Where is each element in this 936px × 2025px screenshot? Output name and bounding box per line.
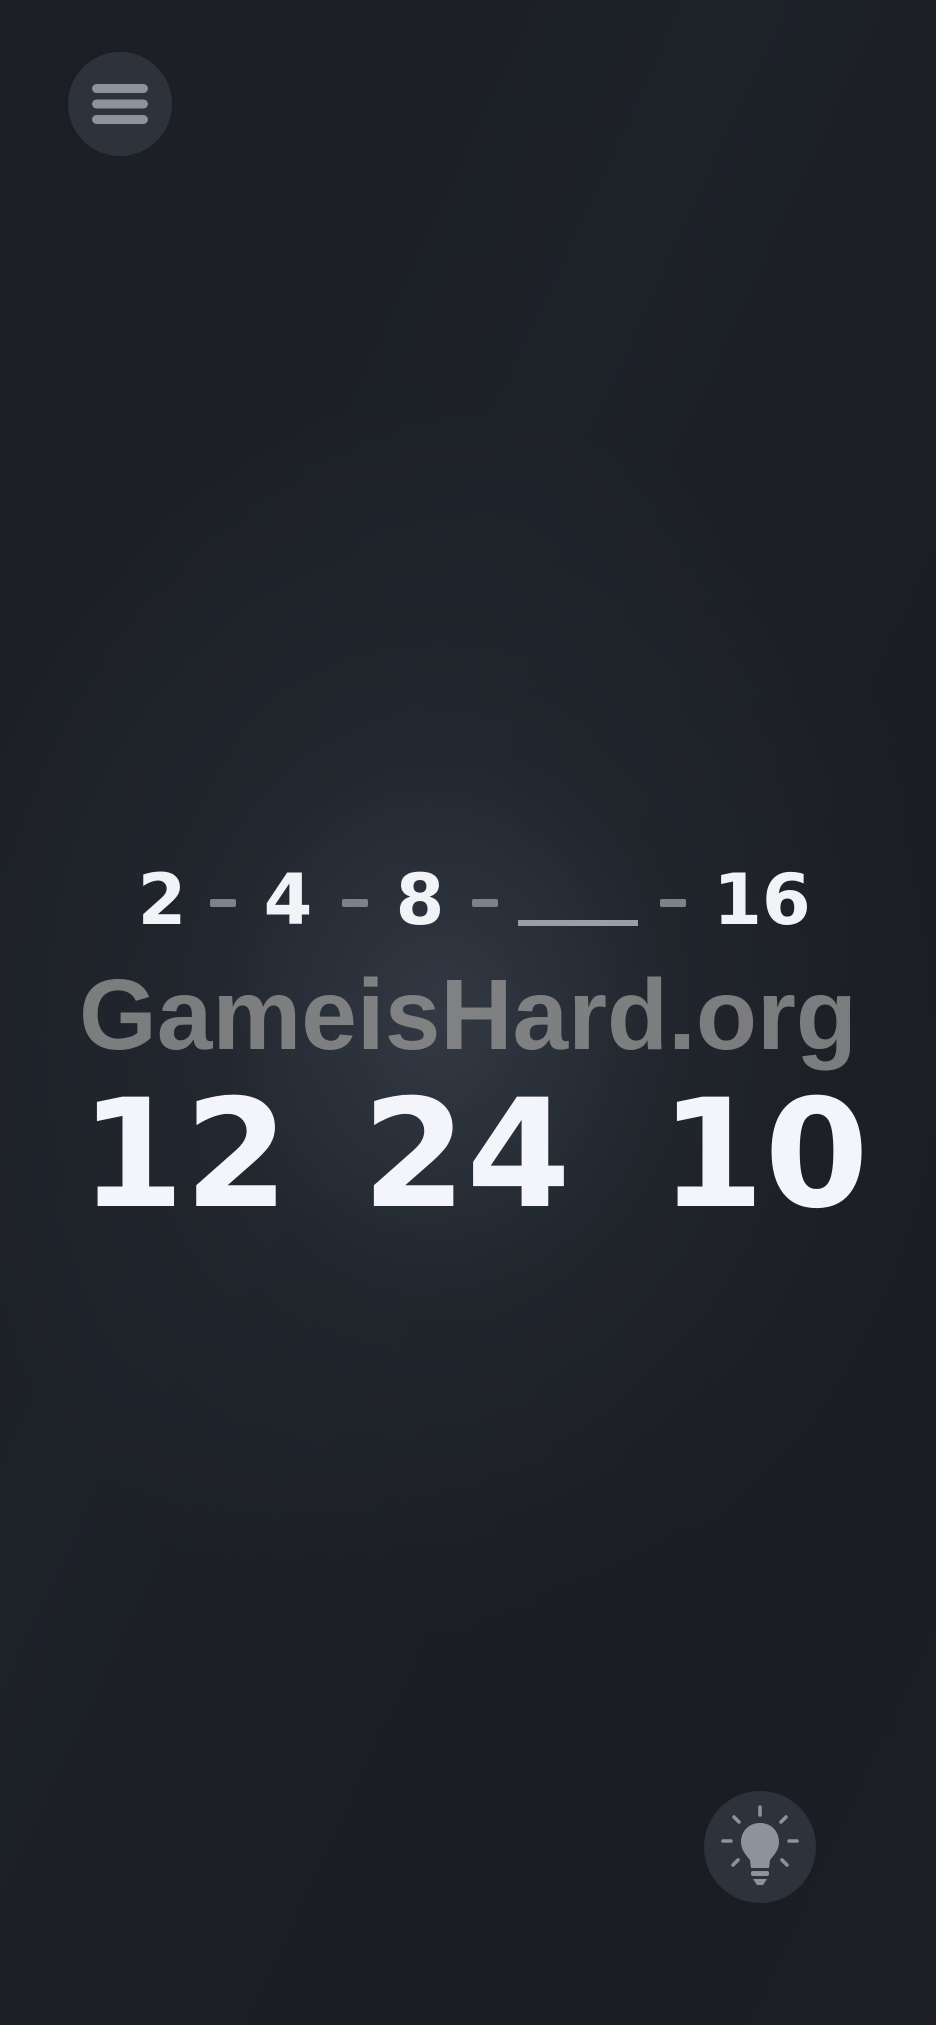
answer-option[interactable]: 24 — [362, 1075, 571, 1235]
answer-option[interactable]: 10 — [660, 1075, 869, 1235]
sequence-dash — [472, 899, 498, 907]
sequence-number: 4 — [263, 859, 313, 941]
sequence-number: 2 — [137, 859, 187, 941]
hint-button[interactable] — [704, 1791, 816, 1903]
sequence-dash — [660, 899, 686, 907]
lightbulb-icon — [721, 1805, 799, 1885]
answer-blank — [518, 920, 638, 926]
sequence-dash — [210, 899, 236, 907]
hamburger-menu-icon — [92, 84, 148, 124]
sequence-dash — [342, 899, 368, 907]
number-sequence: 2 4 8 16 — [0, 860, 936, 940]
watermark: GameisHard.org — [78, 959, 858, 1071]
answer-option[interactable]: 12 — [80, 1075, 289, 1235]
sequence-number: 16 — [713, 859, 811, 941]
sequence-number: 8 — [395, 859, 445, 941]
menu-button[interactable] — [68, 52, 172, 156]
